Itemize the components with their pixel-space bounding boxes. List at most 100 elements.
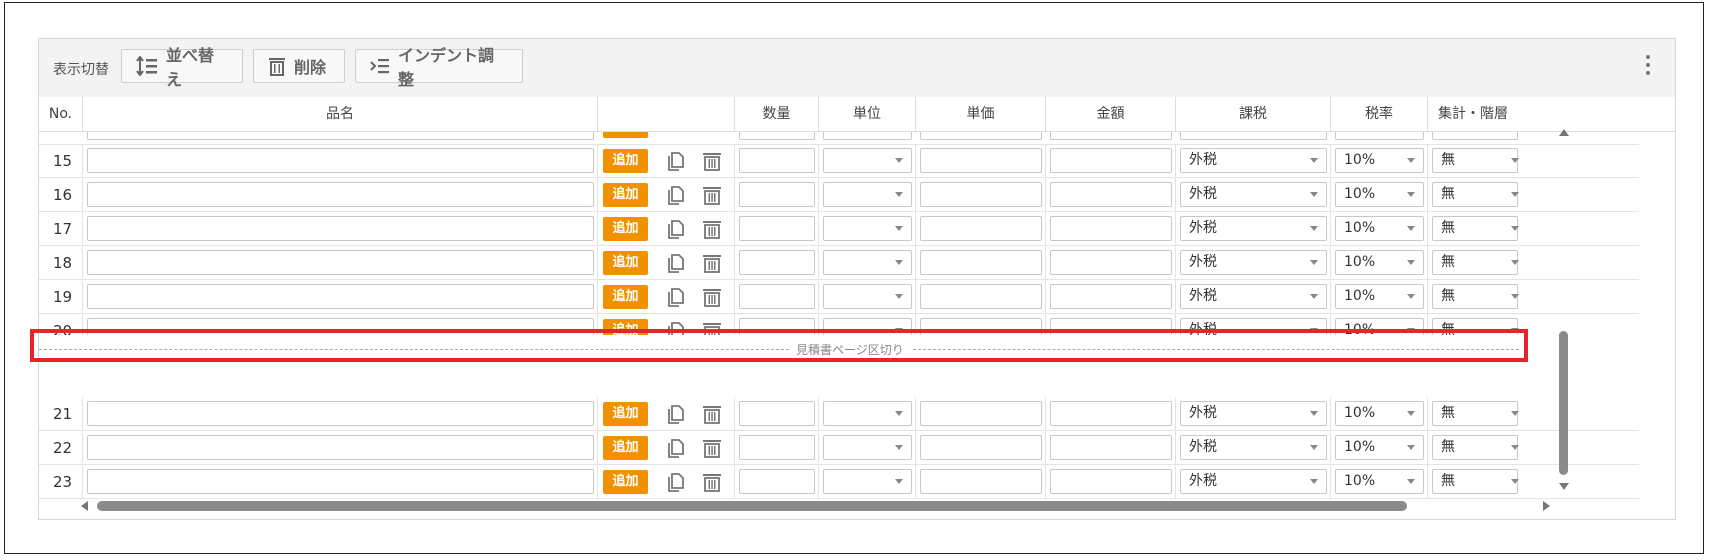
trash-icon[interactable] [701, 150, 723, 172]
trash-icon[interactable] [701, 184, 723, 206]
trash-icon[interactable] [701, 471, 723, 493]
unit-select[interactable] [823, 148, 912, 173]
aggregate-select[interactable]: 無 [1432, 216, 1519, 241]
copy-icon[interactable] [665, 286, 687, 308]
aggregate-select[interactable]: 無 [1432, 148, 1519, 173]
aggregate-select[interactable]: 無 [1432, 182, 1519, 207]
tax-type-select[interactable]: 外税 [1180, 469, 1327, 494]
aggregate-select[interactable]: 無 [1432, 250, 1519, 275]
tax-type-select[interactable]: 外税 [1180, 182, 1327, 207]
tax-type-select[interactable]: 外税 [1180, 216, 1327, 241]
tax-type-select[interactable]: 外税 [1180, 401, 1327, 426]
unit-select[interactable] [823, 469, 912, 494]
unit-price-input[interactable] [920, 216, 1042, 241]
aggregate-select[interactable]: 無 [1432, 284, 1519, 309]
copy-icon[interactable] [665, 471, 687, 493]
trash-icon[interactable] [701, 437, 723, 459]
unit-price-input[interactable] [920, 401, 1042, 426]
item-name-input[interactable] [87, 216, 594, 241]
unit-select[interactable] [823, 182, 912, 207]
tax-rate-select[interactable]: 10% [1335, 216, 1424, 241]
aggregate-select[interactable]: 無 [1432, 435, 1519, 460]
amount-input[interactable] [1050, 182, 1172, 207]
trash-icon[interactable] [701, 286, 723, 308]
amount-input[interactable] [1050, 250, 1172, 275]
item-name-input[interactable] [87, 148, 594, 173]
trash-icon[interactable] [701, 218, 723, 240]
item-name-input[interactable] [87, 435, 594, 460]
tax-rate-select[interactable]: 10% [1335, 469, 1424, 494]
copy-icon[interactable] [665, 150, 687, 172]
add-row-button[interactable]: 追加 [603, 149, 648, 173]
unit-price-input[interactable] [920, 284, 1042, 309]
add-row-button[interactable]: 追加 [603, 285, 648, 309]
qty-input[interactable] [739, 216, 815, 241]
unit-select[interactable] [823, 435, 912, 460]
copy-icon[interactable] [665, 218, 687, 240]
copy-icon[interactable] [665, 184, 687, 206]
unit-price-input[interactable] [920, 469, 1042, 494]
amount-input[interactable] [1050, 216, 1172, 241]
qty-input[interactable] [739, 182, 815, 207]
qty-input[interactable] [739, 148, 815, 173]
copy-icon[interactable] [665, 252, 687, 274]
tax-rate-select[interactable]: 10% [1335, 250, 1424, 275]
trash-icon[interactable] [701, 403, 723, 425]
tax-rate-select[interactable]: 10% [1335, 148, 1424, 173]
qty-input[interactable] [739, 284, 815, 309]
tax-rate-select[interactable]: 10% [1335, 435, 1424, 460]
amount-input[interactable] [1050, 469, 1172, 494]
sort-button[interactable]: 並べ替え [121, 46, 243, 89]
display-toggle-label[interactable]: 表示切替 [53, 59, 109, 79]
vertical-scrollbar[interactable] [1556, 127, 1572, 499]
copy-icon[interactable] [665, 437, 687, 459]
delete-button[interactable]: 削除 [253, 49, 345, 83]
tax-type-select[interactable]: 外税 [1180, 284, 1327, 309]
item-name-input[interactable] [87, 182, 594, 207]
unit-price-input[interactable] [920, 435, 1042, 460]
unit-select[interactable] [823, 250, 912, 275]
add-row-button[interactable]: 追加 [603, 251, 648, 275]
aggregate-select[interactable]: 無 [1432, 469, 1519, 494]
scroll-left-icon[interactable] [81, 501, 88, 511]
aggregate-select[interactable]: 無 [1432, 401, 1519, 426]
item-name-input[interactable] [87, 469, 594, 494]
amount-input[interactable] [1050, 284, 1172, 309]
item-name-input[interactable] [87, 250, 594, 275]
qty-input[interactable] [739, 250, 815, 275]
add-row-button[interactable]: 追加 [603, 470, 648, 494]
scroll-down-icon[interactable] [1559, 483, 1569, 490]
unit-price-input[interactable] [920, 182, 1042, 207]
unit-select[interactable] [823, 216, 912, 241]
unit-select[interactable] [823, 401, 912, 426]
scroll-right-icon[interactable] [1543, 501, 1550, 511]
tax-rate-select[interactable]: 10% [1335, 182, 1424, 207]
amount-input[interactable] [1050, 435, 1172, 460]
qty-input[interactable] [739, 469, 815, 494]
horizontal-scrollbar[interactable] [79, 499, 1559, 513]
qty-input[interactable] [739, 435, 815, 460]
vertical-scroll-thumb[interactable] [1559, 331, 1568, 475]
trash-icon[interactable] [701, 252, 723, 274]
indent-adjust-button[interactable]: インデント調整 [355, 46, 523, 89]
horizontal-scroll-thumb[interactable] [97, 501, 1407, 511]
item-name-input[interactable] [87, 401, 594, 426]
tax-type-select[interactable]: 外税 [1180, 148, 1327, 173]
tax-type-select[interactable]: 外税 [1180, 250, 1327, 275]
scroll-up-icon[interactable] [1559, 129, 1569, 136]
copy-icon[interactable] [665, 403, 687, 425]
add-row-button[interactable]: 追加 [603, 402, 648, 426]
unit-price-input[interactable] [920, 250, 1042, 275]
amount-input[interactable] [1050, 148, 1172, 173]
amount-input[interactable] [1050, 401, 1172, 426]
more-options-icon[interactable] [1645, 55, 1651, 79]
tax-type-select[interactable]: 外税 [1180, 435, 1327, 460]
item-name-input[interactable] [87, 284, 594, 309]
unit-price-input[interactable] [920, 148, 1042, 173]
tax-rate-select[interactable]: 10% [1335, 284, 1424, 309]
add-row-button[interactable]: 追加 [603, 436, 648, 460]
unit-select[interactable] [823, 284, 912, 309]
add-row-button[interactable]: 追加 [603, 217, 648, 241]
qty-input[interactable] [739, 401, 815, 426]
tax-rate-select[interactable]: 10% [1335, 401, 1424, 426]
